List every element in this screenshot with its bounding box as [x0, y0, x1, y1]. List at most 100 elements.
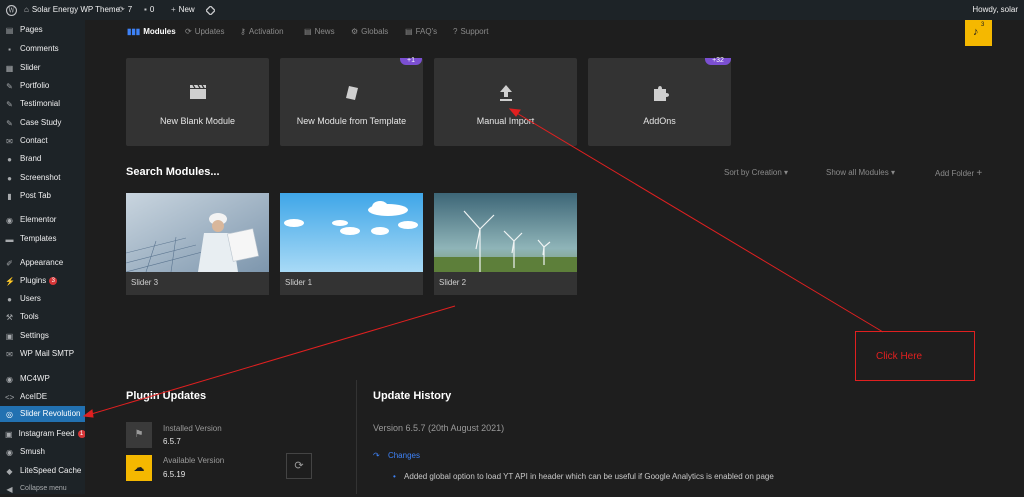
changes-toggle[interactable]: ↷ Changes: [373, 451, 420, 460]
sidebar-item-elementor[interactable]: ◉ Elementor: [0, 212, 85, 228]
screenshot-icon: ●: [7, 173, 12, 183]
section-divider: [356, 380, 357, 494]
template-card-label: New Module from Template: [296, 116, 407, 126]
sidebar-item-contact[interactable]: ✉ Contact: [0, 133, 85, 149]
plugins-icon: ⚡: [5, 276, 15, 286]
arrow-icon: ↷: [373, 451, 380, 460]
comment-bubble-icon: ▪: [144, 5, 147, 14]
add-folder-button[interactable]: Add Folder +: [935, 168, 982, 179]
modules-icon: ▮▮▮: [127, 27, 141, 36]
sidebar-item-smush[interactable]: ◉ Smush: [0, 444, 85, 460]
sidebar-item-wp-mail-smtp[interactable]: ✉ WP Mail SMTP: [0, 346, 85, 362]
sidebar-item-templates[interactable]: ▬ Templates: [0, 231, 85, 247]
puzzle-icon: [588, 84, 731, 107]
sidebar-item-testimonial[interactable]: ✎ Testimonial: [0, 96, 85, 112]
updates-link[interactable]: ⟳ 7: [118, 0, 132, 20]
mail-icon: ✉: [6, 349, 13, 359]
globals-icon: ⚙: [351, 27, 359, 36]
click-here-label: Click Here: [876, 351, 923, 362]
updates-icon: ⟳: [185, 27, 192, 36]
sidebar-item-litespeed-cache[interactable]: ◆ LiteSpeed Cache: [0, 463, 85, 479]
sidebar-item-pages[interactable]: ▤ Pages: [0, 22, 85, 38]
sidebar-item-mc4wp[interactable]: ◉ MC4WP: [0, 371, 85, 387]
sidebar-item-appearance[interactable]: ✐ Appearance: [0, 255, 85, 271]
site-name-link[interactable]: ⌂ Solar Energy WP Theme: [24, 0, 120, 20]
new-content-link[interactable]: + New: [171, 0, 195, 20]
notification-button[interactable]: ♪ 3: [965, 20, 992, 46]
plus-icon: +: [171, 5, 176, 14]
sidebar-item-comments[interactable]: ▪ Comments: [0, 41, 85, 57]
chevron-down-icon: ▾: [784, 168, 789, 177]
click-here-callout: Click Here: [855, 331, 975, 381]
templates-icon: ▬: [5, 234, 14, 244]
tab-activation[interactable]: ⚷ Activation: [240, 20, 284, 43]
slider-card-1[interactable]: Slider 3: [126, 193, 269, 295]
post-tab-icon: ▮: [7, 191, 12, 201]
account-menu[interactable]: Howdy, solar: [972, 0, 1018, 20]
site-name-label: Solar Energy WP Theme: [31, 5, 121, 14]
new-blank-module-card[interactable]: New Blank Module: [126, 58, 269, 146]
tab-globals[interactable]: ⚙ Globals: [351, 20, 388, 43]
new-blank-module-label: New Blank Module: [159, 116, 236, 126]
addons-card[interactable]: +32 AddOns: [588, 57, 731, 146]
tab-news[interactable]: ▤ News: [304, 20, 335, 43]
plugin-updates-title: Plugin Updates: [126, 390, 207, 402]
contact-icon: ✉: [6, 136, 13, 146]
sidebar-item-instagram-feed[interactable]: ▣ Instagram Feed 1: [0, 426, 86, 442]
admin-bar: W ⌂ Solar Energy WP Theme ⟳ 7 ▪ 0 + New …: [0, 0, 1024, 20]
sidebar-item-tools[interactable]: ⚒ Tools: [0, 309, 85, 325]
sidebar-item-screenshot[interactable]: ● Screenshot: [0, 170, 85, 186]
wordpress-logo-icon[interactable]: W: [6, 0, 17, 20]
update-refresh-button[interactable]: ⟳: [286, 453, 312, 479]
home-icon: ⌂: [24, 5, 29, 14]
bell-icon: ♪: [973, 26, 979, 38]
cloud-download-icon: ☁: [126, 455, 152, 481]
sidebar-item-brand[interactable]: ● Brand: [0, 151, 85, 167]
slider-card-3[interactable]: Slider 2: [434, 193, 577, 295]
svg-text:W: W: [8, 7, 15, 14]
search-modules-input[interactable]: Search Modules...: [126, 166, 220, 178]
manual-import-card[interactable]: Manual Import: [434, 58, 577, 146]
sidebar-item-users[interactable]: ● Users: [0, 291, 85, 307]
diamond-icon[interactable]: [206, 0, 215, 20]
tab-support[interactable]: ? Support: [453, 20, 488, 43]
sort-dropdown[interactable]: Sort by Creation ▾: [724, 168, 788, 177]
collapse-menu-button[interactable]: ◀ Collapse menu: [0, 481, 85, 497]
comments-link[interactable]: ▪ 0: [144, 0, 154, 20]
appearance-icon: ✐: [6, 258, 13, 268]
sidebar-item-slider-revolution[interactable]: ◎ Slider Revolution: [0, 406, 85, 422]
collapse-icon: ◀: [6, 484, 13, 494]
comments-icon: ▪: [8, 44, 11, 54]
sidebar-item-slider[interactable]: ▦ Slider: [0, 60, 85, 76]
help-icon: ?: [453, 27, 458, 36]
sidebar-item-aceide[interactable]: <> AceIDE: [0, 389, 85, 405]
comments-count: 0: [149, 5, 155, 14]
sidebar-item-post-tab[interactable]: ▮ Post Tab: [0, 188, 85, 204]
module-nav: ▮▮▮ Modules ⟳ Updates ⚷ Activation ▤ News ⚙ G…: [85, 20, 1024, 43]
slider-thumbnail-wind-turbines: [434, 193, 577, 272]
flag-icon: ⚑: [126, 422, 152, 448]
tools-icon: ⚒: [5, 312, 14, 322]
sidebar-item-settings[interactable]: ▣ Settings: [0, 328, 85, 344]
tab-modules[interactable]: ▮▮▮ Modules: [127, 20, 176, 43]
sidebar-item-case-study[interactable]: ✎ Case Study: [0, 115, 85, 131]
chevron-down-icon: ▾: [890, 168, 895, 177]
admin-sidebar: ▤ Pages ▪ Comments ▦ Slider ✎ Portfolio ✎ Tes…: [0, 20, 86, 497]
sidebar-item-plugins[interactable]: ⚡ Plugins 3: [0, 273, 85, 289]
tab-updates[interactable]: ⟳ Updates: [185, 20, 225, 43]
portfolio-icon: ✎: [6, 81, 13, 91]
clapper-icon: [126, 84, 269, 105]
elementor-icon: ◉: [6, 215, 13, 225]
notification-count: 3: [981, 22, 985, 28]
slider-card-2[interactable]: Slider 1: [280, 193, 423, 295]
template-icon: [280, 84, 423, 107]
new-module-from-template-card[interactable]: +1 New Module from Template: [280, 57, 423, 146]
plus-icon: +: [976, 168, 983, 179]
template-count-pill: +1: [400, 57, 422, 65]
filter-dropdown[interactable]: Show all Modules ▾: [826, 168, 895, 177]
installed-version-label: Installed Version: [163, 424, 222, 433]
tab-faqs[interactable]: ▤ FAQ's: [405, 20, 437, 43]
bullet-icon: •: [393, 472, 396, 481]
sidebar-item-portfolio[interactable]: ✎ Portfolio: [0, 78, 85, 94]
greeting-label: Howdy, solar: [972, 5, 1018, 14]
